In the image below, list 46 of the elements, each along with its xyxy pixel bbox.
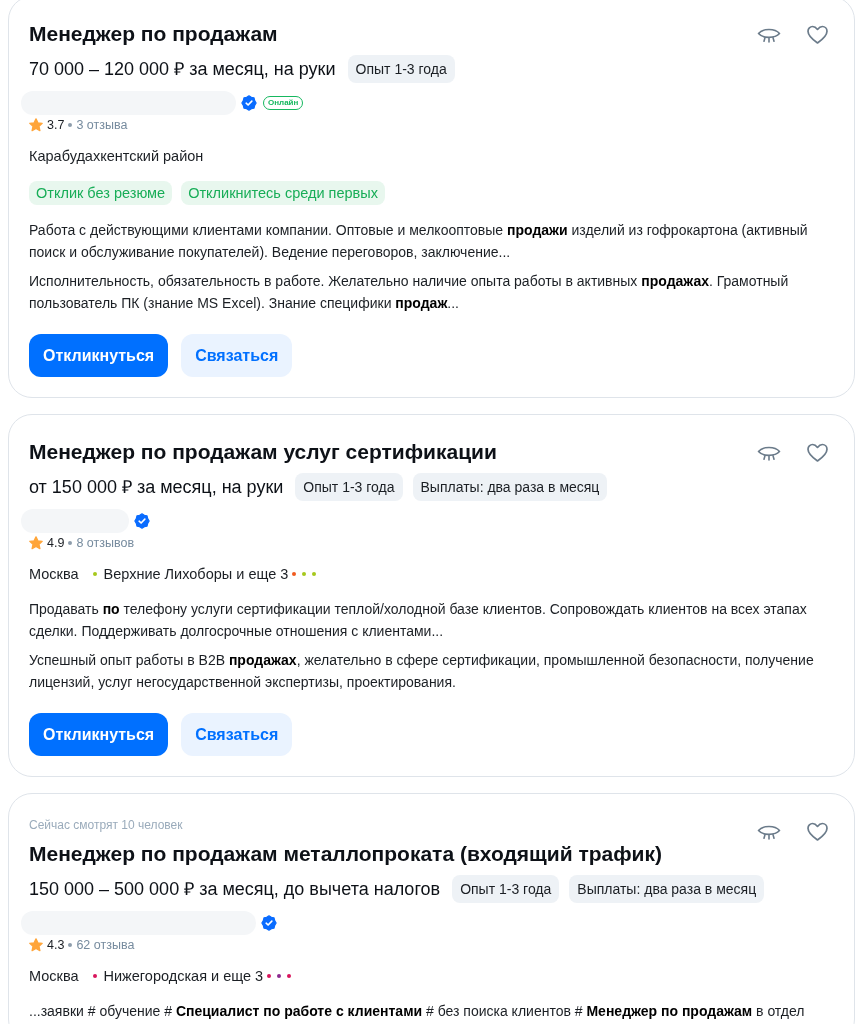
star-icon: [29, 938, 43, 952]
reviews-count[interactable]: 3 отзыва: [76, 118, 128, 132]
respond-button[interactable]: Откликнуться: [29, 334, 169, 377]
info-chip: Опыт 1-3 года: [347, 55, 455, 83]
vacancy-title[interactable]: Менеджер по продажам: [29, 20, 278, 48]
description-text: Работа с действующими клиентами компании. Оптовые и мелкооптовые продажи изделий из гофрокартона (активный поиск и обслуживание покупателей). Ведение переговоров, заключение...: [29, 221, 809, 262]
eye-icon[interactable]: [757, 28, 781, 43]
info-chip: Опыт 1-3 года: [452, 875, 560, 903]
rating-score: 4.3: [47, 938, 65, 952]
respond-button[interactable]: Откликнуться: [29, 713, 169, 756]
salary-text: 150 000 – 500 000 ₽ за месяц, до вычета налогов: [29, 878, 441, 901]
separator-dot-icon: [68, 123, 73, 127]
info-chip: Выплаты: два раза в месяц: [569, 875, 765, 903]
city-text: Москва: [29, 566, 79, 582]
salary-text: от 150 000 ₽ за месяц, на руки: [29, 476, 284, 499]
metro-station: Нижегородская и еще 3: [103, 968, 264, 984]
separator-dot-icon: [68, 943, 73, 947]
rating-score: 4.9: [47, 536, 65, 550]
reviews-count[interactable]: 8 отзывов: [76, 536, 135, 550]
info-chip: Выплаты: два раза в месяц: [412, 473, 608, 501]
response-tag: Отклик без резюме: [29, 181, 173, 205]
response-tag: Откликнитесь среди первых: [181, 181, 385, 205]
heart-icon[interactable]: [806, 25, 829, 45]
star-icon: [29, 536, 43, 550]
contact-button[interactable]: Связаться: [181, 713, 293, 756]
description-text: ...заявки # обучение # Специалист по работе с клиентами # без поиска клиентов # Менеджер по продажам в отдел: [29, 1002, 806, 1021]
viewers-note: Сейчас смотрят 10 человек: [29, 817, 184, 833]
contact-button[interactable]: Связаться: [181, 334, 293, 377]
city-text: Карабудахкентский район: [29, 148, 204, 164]
rating-score: 3.7: [47, 118, 65, 132]
heart-icon[interactable]: [806, 443, 829, 463]
separator-dot-icon: [68, 541, 73, 545]
salary-text: 70 000 – 120 000 ₽ за месяц, на руки: [29, 58, 336, 81]
eye-icon[interactable]: [757, 446, 781, 461]
vacancy-title[interactable]: Менеджер по продажам металлопроката (входящий трафик): [29, 840, 663, 868]
reviews-count[interactable]: 62 отзыва: [76, 938, 135, 952]
description-text: Исполнительность, обязательность в работе. Желательно наличие опыта работы в активных продажах. Грамотный пользователь ПК (знание MS Excel). Знание специфики продаж...: [29, 272, 790, 313]
vacancy-title[interactable]: Менеджер по продажам услуг сертификации: [29, 438, 497, 466]
info-chip: Опыт 1-3 года: [295, 473, 403, 501]
heart-icon[interactable]: [806, 822, 829, 842]
description-text: Успешный опыт работы в B2B продажах, желательно в сфере сертификации, промышленной безопасности, получение лицензий, услуг негосударственной экспертизы, проектирования.: [29, 651, 815, 692]
metro-station: Верхние Лихоборы и еще 3: [103, 566, 289, 582]
star-icon: [29, 118, 43, 132]
city-text: Москва: [29, 968, 79, 984]
eye-icon[interactable]: [757, 825, 781, 840]
description-text: Продавать по телефону услуги сертификации теплой/холодной базе клиентов. Сопровождать клиентов на всех этапах сделки. Поддерживать долгосрочные отношения с клиентами...: [29, 600, 808, 641]
